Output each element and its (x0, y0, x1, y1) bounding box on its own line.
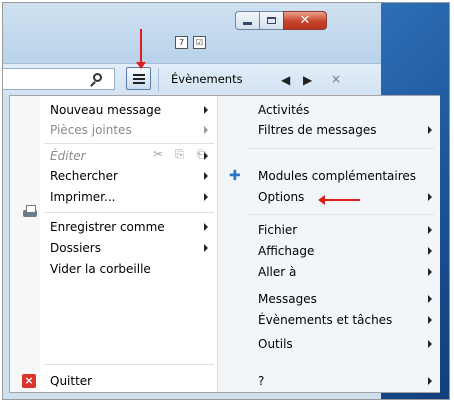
previous-arrow-icon[interactable]: ◀ (281, 73, 290, 87)
submenu-arrow-icon (204, 172, 208, 180)
menu-item-label: Vider la corbeille (50, 262, 151, 276)
menu-item-edit[interactable]: Éditer (50, 146, 86, 166)
submenu-arrow-icon (428, 268, 432, 276)
menu-item-go-to[interactable]: Aller à (258, 262, 296, 282)
icon-gutter (10, 96, 40, 392)
menu-item-print[interactable]: Imprimer... (50, 187, 115, 207)
menu-item-activities[interactable]: Activités (258, 100, 309, 120)
menu-item-label: Dossiers (50, 241, 101, 255)
menu-item-label: Aller à (258, 265, 297, 279)
submenu-arrow-icon (204, 126, 208, 134)
menu-item-label: Quitter (50, 374, 93, 388)
menu-item-label: Outils (258, 337, 293, 351)
menu-item-view[interactable]: Affichage (258, 241, 314, 261)
menu-item-label: Rechercher (50, 169, 118, 183)
close-icon: ✕ (299, 13, 311, 28)
menu-separator (44, 364, 214, 365)
submenu-arrow-icon (428, 377, 432, 385)
application-window: 7 ☑ ✕ Évènements ◀ ▶ × Nouveau message P… (2, 2, 450, 400)
events-pane-header: Évènements ◀ ▶ × (158, 68, 377, 92)
submenu-arrow-icon (428, 247, 432, 255)
puzzle-piece-icon: ✚ (229, 168, 241, 184)
submenu-arrow-icon (428, 340, 432, 348)
tasks-icon[interactable]: ☑ (193, 36, 206, 49)
hamburger-line (133, 78, 145, 80)
main-toolbar: Évènements ◀ ▶ × (3, 63, 381, 96)
menu-right-column: Activités Filtres de messages ✚ Modules … (217, 96, 440, 392)
menu-item-label: Imprimer... (50, 190, 116, 204)
submenu-arrow-icon (428, 193, 432, 201)
hamburger-line (133, 82, 145, 84)
menu-item-attachments[interactable]: Pièces jointes (50, 120, 132, 140)
search-input[interactable] (3, 68, 115, 90)
menu-item-label: Fichier (258, 223, 298, 237)
menu-item-options[interactable]: Options (258, 187, 304, 207)
annotation-arrow-down (136, 29, 146, 69)
menu-item-label: Nouveau message (50, 103, 162, 117)
window-controls: ✕ (235, 11, 327, 31)
menu-item-label: Filtres de messages (258, 123, 377, 137)
application-menu-button[interactable] (126, 67, 151, 90)
submenu-arrow-icon (428, 295, 432, 303)
menu-item-file[interactable]: Fichier (258, 220, 297, 240)
menu-item-label: Modules complémentaires (258, 169, 417, 183)
menu-item-label: Affichage (258, 244, 315, 258)
menu-left-column: Nouveau message Pièces jointes Éditer ✂ … (10, 96, 217, 392)
menu-item-label: Pièces jointes (50, 123, 132, 137)
minimize-button[interactable] (235, 11, 260, 30)
menu-item-save-as[interactable]: Enregistrer comme (50, 217, 165, 237)
close-pane-icon[interactable]: × (331, 72, 341, 86)
menu-separator (248, 148, 434, 149)
menu-item-empty-trash[interactable]: Vider la corbeille (50, 259, 151, 279)
menu-item-help[interactable]: ? (258, 371, 264, 391)
menu-item-label: ? (258, 374, 265, 388)
menu-item-label: Éditer (50, 149, 86, 163)
menu-item-new-message[interactable]: Nouveau message (50, 100, 161, 120)
menu-item-label: Enregistrer comme (50, 220, 165, 234)
submenu-arrow-icon (204, 244, 208, 252)
quit-icon: × (22, 374, 36, 388)
annotation-arrow-left (318, 195, 360, 205)
search-icon[interactable] (93, 73, 102, 82)
submenu-arrow-icon (428, 126, 432, 134)
title-bar: 7 ☑ ✕ (3, 3, 381, 63)
menu-separator (44, 143, 214, 144)
menu-separator (248, 214, 434, 215)
menu-item-label: Options (258, 190, 305, 204)
submenu-arrow-icon (204, 223, 208, 231)
menu-item-quit[interactable]: Quitter (50, 371, 92, 391)
calendar-icon[interactable]: 7 (175, 36, 188, 49)
submenu-arrow-icon (428, 226, 432, 234)
maximize-button[interactable] (259, 11, 284, 30)
events-title: Évènements (171, 72, 243, 86)
menu-item-label: Messages (258, 292, 317, 306)
menu-separator (44, 212, 214, 213)
menu-item-messages[interactable]: Messages (258, 289, 317, 309)
maximize-icon (267, 17, 276, 24)
menu-item-folders[interactable]: Dossiers (50, 238, 101, 258)
close-window-button[interactable]: ✕ (283, 11, 327, 30)
edit-tools-icons: ✂ ⎘ ⎗ (153, 147, 210, 161)
menu-item-events-and-tasks[interactable]: Évènements et tâches (258, 310, 392, 330)
submenu-arrow-icon (204, 106, 208, 114)
submenu-arrow-icon (204, 193, 208, 201)
next-arrow-icon[interactable]: ▶ (303, 73, 312, 87)
menu-item-message-filters[interactable]: Filtres de messages (258, 120, 377, 140)
menu-item-search[interactable]: Rechercher (50, 166, 118, 186)
application-menu: Nouveau message Pièces jointes Éditer ✂ … (9, 95, 440, 393)
menu-item-addons[interactable]: Modules complémentaires (258, 166, 416, 186)
menu-item-label: Évènements et tâches (258, 313, 393, 327)
submenu-arrow-icon (428, 316, 432, 324)
menu-item-tools[interactable]: Outils (258, 334, 293, 354)
submenu-arrow-icon (204, 152, 208, 160)
hamburger-line (133, 74, 145, 76)
menu-item-label: Activités (258, 103, 310, 117)
minimize-icon (243, 22, 252, 25)
printer-icon (22, 204, 38, 220)
